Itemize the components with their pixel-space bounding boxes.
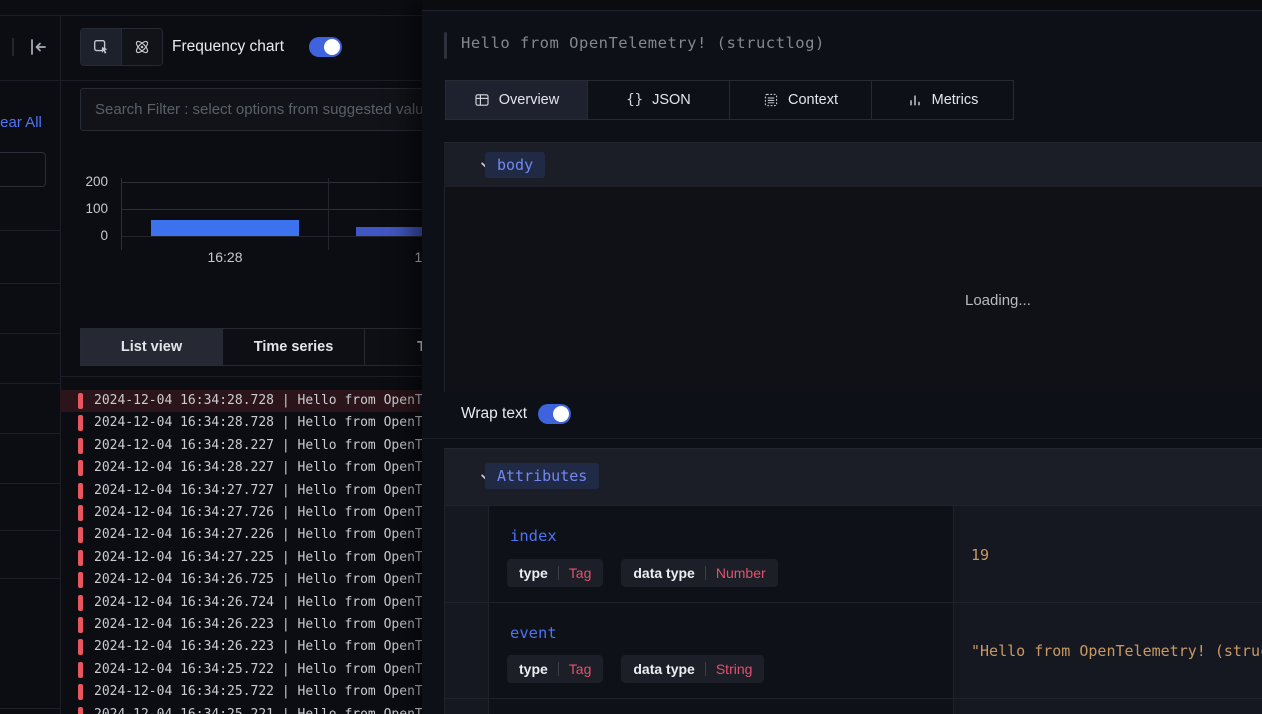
divider-tick bbox=[12, 38, 14, 56]
filter-divider bbox=[0, 708, 60, 709]
filter-divider bbox=[0, 483, 60, 484]
frequency-chart-toggle[interactable] bbox=[309, 37, 342, 57]
body-content-panel: Loading... bbox=[444, 187, 1262, 392]
body-chip: body bbox=[485, 152, 545, 178]
top-border bbox=[0, 15, 422, 16]
severity-bar bbox=[78, 505, 83, 521]
drawer-title: Hello from OpenTelemetry! (structlog) bbox=[461, 34, 825, 52]
log-detail-drawer: Hello from OpenTelemetry! (structlog) Ov… bbox=[422, 0, 1262, 714]
attributes-section-header[interactable]: Attributes bbox=[444, 448, 1262, 506]
type-pill: type Tag bbox=[507, 559, 603, 587]
x-gridline bbox=[328, 178, 329, 250]
severity-bar bbox=[78, 483, 83, 499]
filter-divider bbox=[0, 530, 60, 531]
pill-divider bbox=[558, 566, 559, 580]
tab-list-view[interactable]: List view bbox=[81, 329, 223, 365]
y-tick-0: 0 bbox=[74, 228, 108, 243]
filter-divider bbox=[0, 333, 60, 334]
search-placeholder: Search Filter : select options from sugg… bbox=[81, 101, 439, 118]
table-gutter-column bbox=[445, 506, 488, 714]
filter-divider bbox=[0, 433, 60, 434]
severity-bar bbox=[78, 684, 83, 700]
y-tick-100: 100 bbox=[74, 201, 108, 216]
column-border bbox=[953, 506, 954, 714]
atom-icon bbox=[133, 38, 151, 56]
disable-aggregation-button[interactable] bbox=[122, 29, 162, 65]
tab-json[interactable]: {} JSON bbox=[588, 81, 730, 119]
list-icon bbox=[763, 92, 779, 108]
filter-divider bbox=[0, 578, 60, 579]
pill-divider bbox=[558, 662, 559, 676]
collapse-panel-icon[interactable] bbox=[26, 35, 50, 59]
wrap-divider bbox=[422, 438, 1262, 439]
attribute-value[interactable]: 19 bbox=[971, 546, 989, 564]
table-icon bbox=[474, 92, 490, 108]
severity-bar bbox=[78, 617, 83, 633]
column-border bbox=[488, 506, 489, 714]
severity-bar bbox=[78, 550, 83, 566]
x-tick-1628: 16:28 bbox=[190, 249, 260, 265]
y-tick-200: 200 bbox=[74, 174, 108, 189]
datatype-pill: data type Number bbox=[621, 559, 777, 587]
tab-overview[interactable]: Overview bbox=[446, 81, 588, 119]
severity-bar bbox=[78, 707, 83, 714]
wrap-text-toggle[interactable] bbox=[538, 404, 571, 424]
attributes-chip: Attributes bbox=[485, 463, 599, 489]
wrap-text-label: Wrap text bbox=[461, 405, 527, 423]
bar-chart-icon bbox=[907, 92, 923, 108]
severity-bar bbox=[78, 438, 83, 454]
type-pill: type Tag bbox=[507, 655, 603, 683]
severity-bar bbox=[78, 460, 83, 476]
severity-bar bbox=[78, 662, 83, 678]
severity-bar bbox=[78, 393, 83, 409]
datatype-pill: data type String bbox=[621, 655, 764, 683]
frequency-chart-label: Frequency chart bbox=[172, 38, 284, 56]
pill-divider bbox=[705, 566, 706, 580]
tab-metrics[interactable]: Metrics bbox=[872, 81, 1013, 119]
toolbar-border bbox=[0, 80, 422, 81]
drawer-tabs: Overview {} JSON Context Metrics bbox=[445, 80, 1014, 120]
attribute-meta: type Tag data type String bbox=[507, 655, 764, 683]
pill-divider bbox=[705, 662, 706, 676]
severity-bar bbox=[78, 527, 83, 543]
severity-bar bbox=[78, 572, 83, 588]
severity-bar bbox=[78, 415, 83, 431]
clear-all-link[interactable]: Clear All bbox=[0, 114, 42, 131]
attribute-key[interactable]: event bbox=[510, 624, 557, 642]
select-mode-button[interactable] bbox=[81, 29, 122, 65]
row-border bbox=[445, 602, 1262, 603]
attribute-key[interactable]: index bbox=[510, 527, 557, 545]
frequency-bar bbox=[151, 220, 299, 236]
loading-text: Loading... bbox=[965, 292, 1031, 309]
table-value-column bbox=[953, 506, 1262, 714]
braces-icon: {} bbox=[626, 92, 643, 108]
filter-divider bbox=[0, 383, 60, 384]
filters-sidebar: Clear All bbox=[0, 15, 60, 714]
body-section-header[interactable]: body bbox=[444, 142, 1262, 188]
y-axis-line bbox=[121, 178, 122, 250]
drawer-top-edge bbox=[422, 0, 1262, 11]
attribute-value[interactable]: "Hello from OpenTelemetry! (structlog)" bbox=[971, 642, 1262, 660]
title-accent-bar bbox=[444, 32, 447, 59]
severity-bar bbox=[78, 639, 83, 655]
severity-bar bbox=[78, 595, 83, 611]
attributes-table: index type Tag data type Number 19 event… bbox=[444, 505, 1262, 714]
row-border bbox=[445, 698, 1262, 699]
toolbar-button-group bbox=[80, 28, 163, 66]
logs-explorer-page: Clear All Frequency chart Se bbox=[0, 0, 1262, 714]
cursor-select-icon bbox=[92, 38, 110, 56]
toggle-knob bbox=[324, 39, 340, 55]
attribute-meta: type Tag data type Number bbox=[507, 559, 778, 587]
tab-time-series[interactable]: Time series bbox=[223, 329, 365, 365]
tab-context[interactable]: Context bbox=[730, 81, 872, 119]
toggle-knob bbox=[553, 406, 569, 422]
